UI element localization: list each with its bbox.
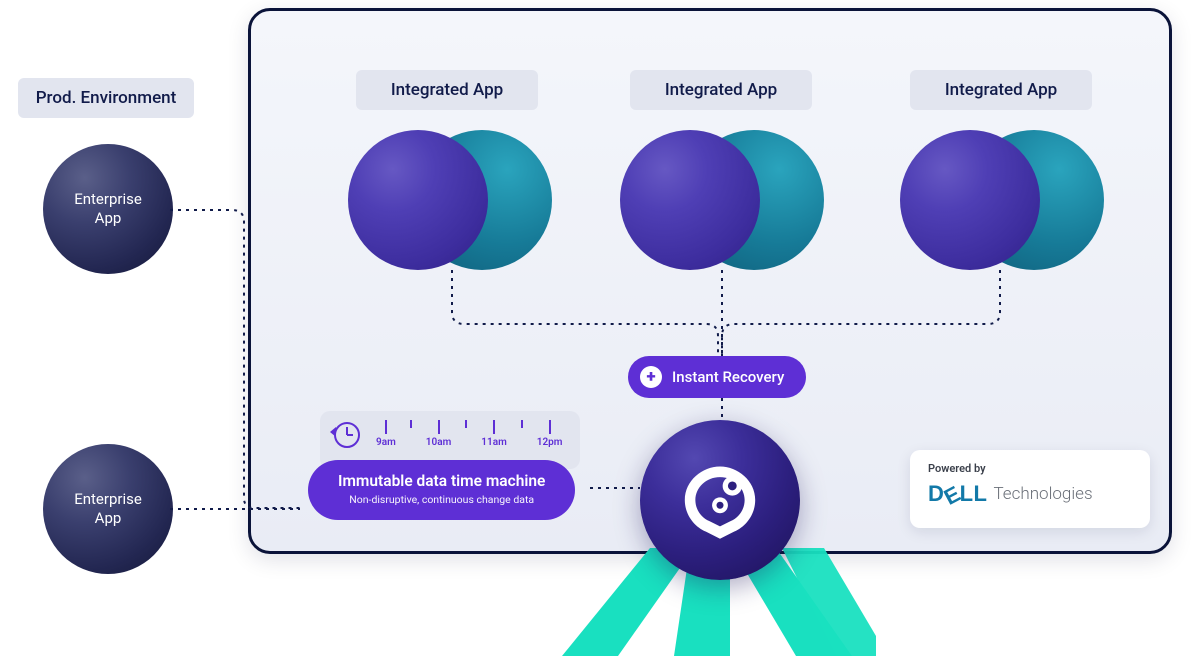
history-clock-icon (334, 422, 360, 448)
integrated-app-label-1: Integrated App (356, 70, 538, 110)
enterprise-app-node-2: Enterprise App (43, 444, 173, 574)
time-machine-pill: Immutable data time machine Non-disrupti… (308, 460, 575, 520)
plus-icon: + (640, 366, 662, 388)
enterprise-app-node-1: Enterprise App (43, 144, 173, 274)
integrated-app-spheres-1 (348, 130, 552, 270)
instant-recovery-label: Instant Recovery (672, 368, 784, 386)
integrated-app-spheres-2 (620, 130, 824, 270)
integrated-app-spheres-3 (900, 130, 1104, 270)
powered-by-panel: Powered by DELL Technologies (910, 450, 1150, 528)
integrated-app-label-3: Integrated App (910, 70, 1092, 110)
instant-recovery-pill: + Instant Recovery (628, 356, 806, 398)
dell-technologies-logo: DELL Technologies (928, 481, 1132, 507)
platform-logo-icon (676, 456, 764, 544)
integrated-app-label-2: Integrated App (630, 70, 812, 110)
powered-by-label: Powered by (928, 462, 1132, 475)
core-platform-node (640, 420, 800, 580)
timeline-ticks: 9am 10am 11am 12pm (376, 420, 563, 448)
prod-environment-label: Prod. Environment (18, 78, 194, 118)
time-machine-subtitle: Non-disruptive, continuous change data (338, 493, 545, 506)
time-machine-title: Immutable data time machine (338, 472, 545, 490)
